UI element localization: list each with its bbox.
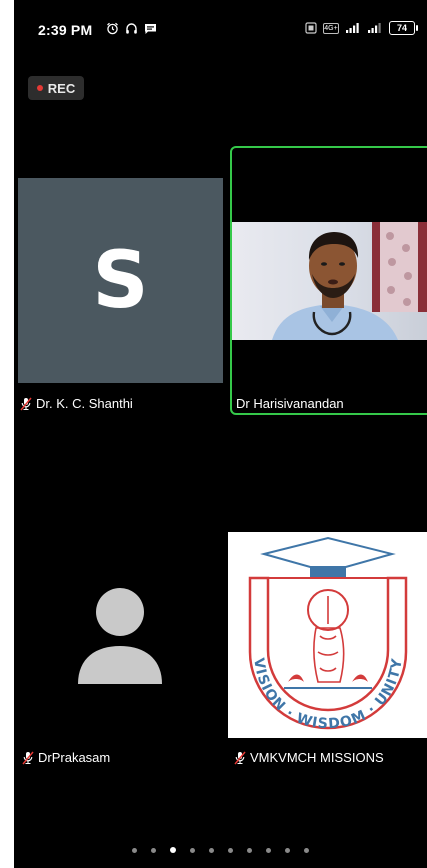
- page-indicator[interactable]: [14, 845, 427, 855]
- signal-strength-2-icon: [368, 23, 381, 33]
- page-dot[interactable]: [285, 847, 290, 853]
- participant-name-shanthi: Dr. K. C. Shanthi: [20, 396, 133, 411]
- svg-text:VISION · WISDOM · UNITY: VISION · WISDOM · UNITY: [250, 657, 406, 732]
- logo-motto: VISION · WISDOM · UNITY: [250, 657, 405, 732]
- participant-video-vmkvmch[interactable]: VISION · WISDOM · UNITY: [228, 532, 427, 738]
- mic-muted-icon: [234, 751, 246, 764]
- page-dot[interactable]: [132, 847, 137, 853]
- signal-strength-icon: [346, 23, 359, 33]
- status-left-icons: [106, 22, 157, 35]
- page-dot[interactable]: [209, 847, 214, 853]
- participant-name-label: VMKVMCH MISSIONS: [250, 750, 384, 765]
- page-dot[interactable]: [170, 847, 176, 853]
- recording-dot: [36, 85, 43, 91]
- participant-name-prakasam: DrPrakasam: [22, 750, 110, 765]
- participant-video-prakasam[interactable]: [18, 548, 223, 748]
- participant-video-shanthi[interactable]: S: [18, 178, 223, 383]
- page-dot[interactable]: [266, 847, 271, 853]
- participant-name-vmkvmch: VMKVMCH MISSIONS: [234, 750, 384, 765]
- page-dot[interactable]: [304, 847, 309, 853]
- mic-muted-icon: [22, 751, 34, 764]
- participant-name-label: Dr. K. C. Shanthi: [36, 396, 133, 411]
- page-dot[interactable]: [247, 847, 252, 853]
- alarm-icon: [107, 22, 118, 35]
- participant-name-harisivanandan: Dr Harisivanandan: [236, 396, 344, 411]
- page-dot[interactable]: [190, 847, 195, 853]
- message-icon: [145, 23, 156, 34]
- institution-logo: VISION · WISDOM · UNITY: [248, 536, 408, 732]
- sim-card-icon: [305, 22, 317, 34]
- recording-badge: REC: [28, 76, 84, 100]
- speaker-video-feed: [232, 222, 427, 340]
- meeting-screen: 2:39 PM 4G+ 74 REC S Dr. K. C. Shanthi D…: [14, 0, 427, 868]
- avatar-initial: S: [92, 235, 149, 326]
- participant-name-label: DrPrakasam: [38, 750, 111, 765]
- participant-name-label: Dr Harisivanandan: [236, 396, 344, 411]
- participant-video-harisivanandan[interactable]: [232, 222, 427, 340]
- status-bar: 2:39 PM 4G+ 74: [14, 0, 427, 52]
- mic-muted-icon: [20, 397, 32, 410]
- network-type-label: 4G+: [323, 22, 339, 34]
- headset-icon: [126, 23, 137, 34]
- page-dot[interactable]: [228, 847, 233, 853]
- battery-indicator: 74: [389, 21, 418, 35]
- recording-label: REC: [47, 80, 76, 96]
- status-time: 2:39 PM: [38, 22, 93, 38]
- default-avatar-icon: [78, 588, 162, 684]
- status-right-icons: 4G+ 74: [305, 21, 418, 35]
- page-dot[interactable]: [151, 847, 156, 853]
